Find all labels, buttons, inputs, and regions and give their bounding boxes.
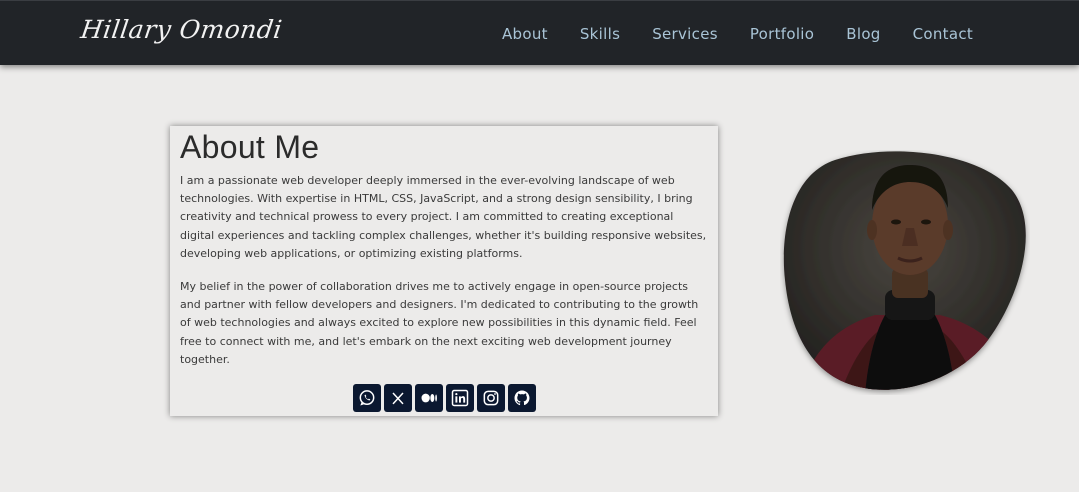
nav-link-about[interactable]: About [502,25,548,43]
instagram-link[interactable] [477,384,505,412]
about-paragraph-2: My belief in the power of collaboration … [180,280,699,366]
about-heading: About Me [180,129,320,165]
nav-link-services[interactable]: Services [652,25,718,43]
navbar: Hillary Omondi About Skills Services Por… [0,0,1079,65]
brand-logo[interactable]: Hillary Omondi [79,15,284,44]
nav-link-portfolio[interactable]: Portfolio [750,25,814,43]
whatsapp-icon [359,390,375,406]
profile-photo-blob [783,151,1026,390]
nav-menu: About Skills Services Portfolio Blog Con… [502,25,1005,43]
profile-photo [780,150,1030,395]
nav-link-contact[interactable]: Contact [913,25,973,43]
about-card: About Me I am a passionate web developer… [170,126,718,416]
about-paragraph-1: I am a passionate web developer deeply i… [180,174,707,260]
nav-link-skills[interactable]: Skills [580,25,620,43]
social-links [353,384,536,412]
instagram-icon [483,390,499,406]
github-link[interactable] [508,384,536,412]
x-link[interactable] [384,384,412,412]
linkedin-icon [451,389,469,407]
medium-icon [421,393,437,403]
x-icon [392,392,404,405]
medium-link[interactable] [415,384,443,412]
github-icon [514,390,530,406]
linkedin-link[interactable] [446,384,474,412]
whatsapp-link[interactable] [353,384,381,412]
nav-link-blog[interactable]: Blog [846,25,880,43]
